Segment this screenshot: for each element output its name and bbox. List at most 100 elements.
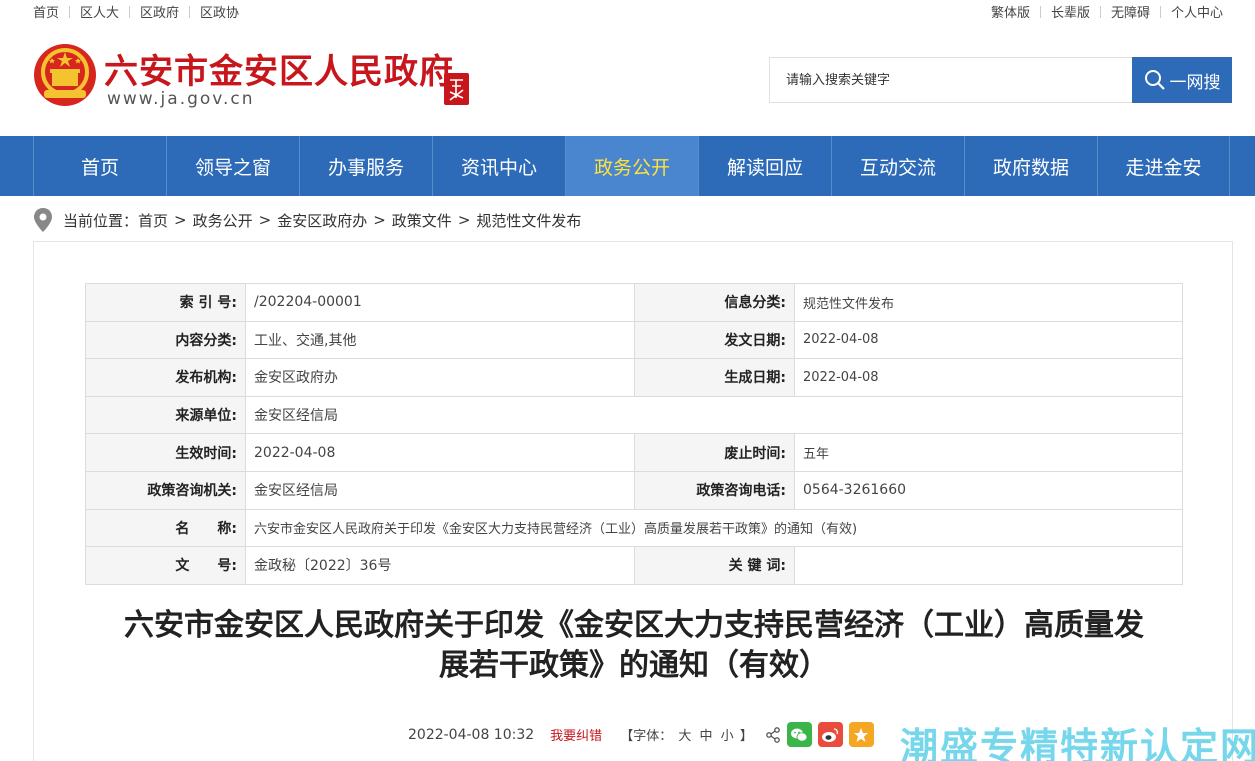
font-medium-option[interactable]: 中 xyxy=(700,729,713,744)
top-link-government[interactable]: 区政府 xyxy=(140,2,179,21)
watermark: 潮盛专精特新认定网 xyxy=(900,725,1255,761)
divider xyxy=(129,5,131,18)
top-link-personal-center[interactable]: 个人中心 xyxy=(1171,2,1223,21)
breadcrumb-policy-files[interactable]: 政策文件 xyxy=(392,210,452,231)
breadcrumb-home[interactable]: 首页 xyxy=(138,210,168,231)
search-button-label: 一网搜 xyxy=(1169,72,1221,93)
site-url: www.ja.gov.cn xyxy=(107,89,255,109)
font-large-option[interactable]: 大 xyxy=(678,729,691,744)
wechat-icon xyxy=(791,728,808,742)
share-icon xyxy=(765,726,780,743)
publish-datetime: 2022-04-08 10:32 xyxy=(408,726,535,743)
breadcrumb: 当前位置： 首页 > 政务公开 > 金安区政府办 > 政策文件 > 规范性文件发… xyxy=(33,207,581,233)
index-no-label: 索 引 号: xyxy=(85,283,246,322)
name-value: 六安市金安区人民政府关于印发《金安区大力支持民营经济（工业）高质量发展若干政策》… xyxy=(245,508,1183,548)
nav-item-government-affairs[interactable]: 政务公开 xyxy=(565,136,698,196)
source-label: 来源单位: xyxy=(85,395,246,435)
content-category-value: 工业、交通,其他 xyxy=(245,320,635,360)
table-row: 索 引 号: /202204-00001 信息分类: 规范性文件发布 xyxy=(85,283,1183,322)
top-bar: 首页 区人大 区政府 区政协 繁体版 长辈版 无障碍 个人中心 xyxy=(0,0,1255,22)
divider xyxy=(69,5,71,18)
seal-icon xyxy=(444,73,469,105)
top-links-right: 繁体版 长辈版 无障碍 个人中心 xyxy=(991,2,1223,21)
doc-no-label: 文 号: xyxy=(85,546,246,585)
breadcrumb-separator: > xyxy=(373,211,386,229)
table-row: 内容分类: 工业、交通,其他 发文日期: 2022-04-08 xyxy=(85,320,1183,360)
nav-item-about-jinan[interactable]: 走进金安 xyxy=(1097,136,1230,196)
font-size-control: 【字体： 大 中 小 】 xyxy=(620,725,753,744)
nav-item-interpretation[interactable]: 解读回应 xyxy=(698,136,831,196)
divider xyxy=(1099,5,1101,18)
keywords-value xyxy=(794,546,1183,585)
document-title-line-2: 展若干政策》的通知（有效） xyxy=(439,648,829,683)
top-link-cppcc[interactable]: 区政协 xyxy=(200,2,239,21)
nav-item-news[interactable]: 资讯中心 xyxy=(432,136,565,196)
name-label: 名 称: xyxy=(85,508,246,548)
expiry-value: 五年 xyxy=(794,433,1183,472)
breadcrumb-office[interactable]: 金安区政府办 xyxy=(277,210,367,231)
national-emblem-icon[interactable] xyxy=(32,42,98,108)
star-icon xyxy=(854,727,869,742)
created-date-label: 生成日期: xyxy=(634,358,795,397)
document-title: 六安市金安区人民政府关于印发《金安区大力支持民营经济（工业）高质量发 展若干政策… xyxy=(60,606,1208,686)
table-row: 名 称: 六安市金安区人民政府关于印发《金安区大力支持民营经济（工业）高质量发展… xyxy=(85,508,1183,548)
issue-date-label: 发文日期: xyxy=(634,320,795,360)
created-date-value: 2022-04-08 xyxy=(794,358,1183,397)
top-link-elder-version[interactable]: 长辈版 xyxy=(1051,2,1090,21)
divider xyxy=(1039,5,1041,18)
table-row: 发布机构: 金安区政府办 生成日期: 2022-04-08 xyxy=(85,358,1183,397)
nav-item-services[interactable]: 办事服务 xyxy=(299,136,432,196)
doc-no-value: 金政秘〔2022〕36号 xyxy=(245,546,635,585)
search-button[interactable]: 一网搜 xyxy=(1132,57,1232,103)
wechat-share-button[interactable] xyxy=(786,722,812,747)
consult-phone-value: 0564-3261660 xyxy=(794,470,1183,510)
breadcrumb-prefix: 当前位置： xyxy=(63,211,139,230)
search-input[interactable] xyxy=(769,57,1132,103)
publisher-label: 发布机构: xyxy=(85,358,246,397)
report-error-link[interactable]: 我要纠错 xyxy=(550,725,602,744)
top-link-home[interactable]: 首页 xyxy=(33,2,59,21)
breadcrumb-government-affairs[interactable]: 政务公开 xyxy=(193,210,253,231)
table-row: 文 号: 金政秘〔2022〕36号 关 键 词: xyxy=(85,546,1183,585)
breadcrumb-separator: > xyxy=(174,211,187,229)
content-category-label: 内容分类: xyxy=(85,320,246,360)
breadcrumb-separator: > xyxy=(457,211,471,229)
breadcrumb-normative-files[interactable]: 规范性文件发布 xyxy=(476,210,581,231)
consult-org-value: 金安区经信局 xyxy=(245,470,635,510)
effective-value: 2022-04-08 xyxy=(245,433,635,472)
document-info-bar: 2022-04-08 10:32 我要纠错 【字体： 大 中 小 】 xyxy=(408,722,874,747)
nav-item-leaders[interactable]: 领导之窗 xyxy=(166,136,299,196)
divider xyxy=(189,5,191,18)
table-row: 生效时间: 2022-04-08 废止时间: 五年 xyxy=(85,433,1183,472)
font-label-open: 【字体： xyxy=(620,729,673,744)
breadcrumb-separator: > xyxy=(258,211,272,229)
search-icon xyxy=(1144,70,1165,90)
source-value: 金安区经信局 xyxy=(245,395,1183,435)
top-link-peoples-congress[interactable]: 区人大 xyxy=(80,2,119,21)
expiry-label: 废止时间: xyxy=(634,433,795,472)
top-link-accessibility[interactable]: 无障碍 xyxy=(1111,2,1150,21)
weibo-icon xyxy=(822,727,839,742)
font-small-option[interactable]: 小 xyxy=(721,729,734,744)
document-metadata-table: 索 引 号: /202204-00001 信息分类: 规范性文件发布 内容分类:… xyxy=(85,283,1183,585)
top-links-left: 首页 区人大 区政府 区政协 xyxy=(33,2,239,21)
nav-item-government-data[interactable]: 政府数据 xyxy=(964,136,1097,196)
issue-date-value: 2022-04-08 xyxy=(794,320,1183,360)
site-title[interactable]: 六安市金安区人民政府 xyxy=(104,44,454,93)
favorite-button[interactable] xyxy=(848,722,874,747)
main-nav: 首页 领导之窗 办事服务 资讯中心 政务公开 解读回应 互动交流 政府数据 走进… xyxy=(0,136,1255,196)
document-title-line-1: 六安市金安区人民政府关于印发《金安区大力支持民营经济（工业）高质量发 xyxy=(124,608,1144,643)
top-link-traditional[interactable]: 繁体版 xyxy=(991,2,1030,21)
weibo-share-button[interactable] xyxy=(817,722,843,747)
index-no-value: /202204-00001 xyxy=(245,283,635,322)
consult-org-label: 政策咨询机关: xyxy=(85,470,246,510)
info-category-value: 规范性文件发布 xyxy=(794,283,1183,322)
consult-phone-label: 政策咨询电话: xyxy=(634,470,795,510)
keywords-label: 关 键 词: xyxy=(634,546,795,585)
publisher-value: 金安区政府办 xyxy=(245,358,635,397)
effective-label: 生效时间: xyxy=(85,433,246,472)
info-category-label: 信息分类: xyxy=(634,283,795,322)
nav-item-home[interactable]: 首页 xyxy=(33,136,166,196)
nav-item-interaction[interactable]: 互动交流 xyxy=(831,136,964,196)
font-label-close: 】 xyxy=(739,729,753,744)
